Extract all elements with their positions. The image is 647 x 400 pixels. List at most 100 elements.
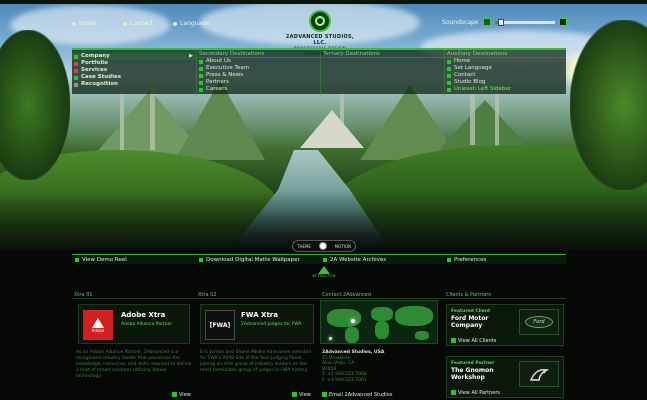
top-link-label: Home	[79, 20, 97, 27]
view-all-partners-button[interactable]: View All Partners	[451, 389, 500, 396]
trees	[570, 20, 647, 190]
bullet-icon	[172, 392, 177, 397]
continent	[395, 306, 433, 326]
nav-label: About Us	[206, 58, 231, 64]
bullet-icon	[447, 257, 451, 262]
featured-client-card[interactable]: Featured Client Ford Motor Company Ford …	[446, 304, 564, 346]
continent	[371, 307, 393, 321]
nav-item-case-studies[interactable]: Case Studies	[72, 74, 196, 81]
nav-label: Executive Team	[206, 65, 250, 71]
view-label: View	[299, 391, 311, 398]
adobe-view-button[interactable]: View	[172, 391, 191, 398]
arrow-right-icon: ▶	[189, 53, 193, 59]
nav-label: Press & News	[206, 72, 244, 78]
auxiliary-item[interactable]: Set Language	[445, 65, 566, 72]
secondary-item[interactable]: Executive Team	[197, 65, 320, 72]
bar-label: View Demo Reel	[82, 256, 127, 263]
bullet-icon	[74, 61, 78, 66]
volume-slider[interactable]	[494, 18, 555, 26]
fax-line: F: +1.949.521.7001	[322, 377, 367, 383]
world-map[interactable]	[320, 300, 438, 344]
secondary-nav: Secondary Destinations About Us Executiv…	[196, 50, 320, 96]
download-wallpaper-button[interactable]: Download Digital Matte Wallpaper	[196, 254, 320, 264]
secondary-item[interactable]: About Us	[197, 58, 320, 65]
featured-partner-card[interactable]: Featured Partner The Gnomon Workshop Vie…	[446, 356, 564, 398]
adobe-title: Adobe Xtra	[121, 311, 166, 319]
section-xtra-01: Xtra 01	[72, 292, 196, 299]
nav-label: Contact	[454, 72, 476, 78]
auxiliary-item[interactable]: Studio Blog	[445, 79, 566, 86]
view-label: View	[179, 391, 191, 398]
bar-label: Preferences	[454, 256, 487, 263]
bullet-icon	[447, 87, 451, 92]
nav-item-company[interactable]: Company ▶	[72, 53, 196, 60]
bullet-icon	[74, 75, 78, 80]
gnomon-logo-icon	[519, 361, 559, 387]
secondary-item[interactable]: Press & News	[197, 72, 320, 79]
dot-icon	[173, 21, 178, 26]
secondary-item[interactable]: Partners	[197, 79, 320, 86]
continent	[327, 309, 361, 327]
section-clients: Clients & Partners	[444, 292, 566, 299]
sound-toggle-button[interactable]	[558, 18, 567, 26]
bullet-icon	[74, 68, 78, 73]
address-line: Aliso Viejo, CA	[322, 361, 355, 366]
view-all-clients-button[interactable]: View All Clients	[451, 337, 496, 344]
adobe-description: As an Adobe Alliance Partner, 2Advanced …	[76, 350, 192, 379]
email-studio-button[interactable]: Email 2Advanced Studios	[322, 391, 392, 398]
fwa-xtra-card[interactable]: [FWA] FWA Xtra 2Advanced Judges for FWA	[200, 304, 314, 344]
continent	[415, 331, 429, 340]
bullet-icon	[74, 54, 78, 59]
phone-line: T: +1.949.521.7000	[322, 372, 367, 377]
featured-client-label: Featured Client	[451, 309, 491, 314]
top-strip	[0, 0, 647, 4]
auxiliary-heading: Auxiliary Destinations	[445, 50, 566, 58]
email-label: Email 2Advanced Studios	[329, 391, 393, 398]
nav-item-services[interactable]: Services	[72, 67, 196, 74]
pyramid	[300, 110, 364, 148]
view-demo-reel-button[interactable]: View Demo Reel	[72, 254, 196, 264]
website-archives-button[interactable]: 2A Website Archives	[320, 254, 444, 264]
auxiliary-item[interactable]: Unleash Left Sidebar	[445, 86, 566, 93]
nav-label: Services	[81, 67, 108, 73]
nav-item-portfolio[interactable]: Portfolio	[72, 60, 196, 67]
bullet-icon	[292, 392, 297, 397]
top-link-language[interactable]: Language	[173, 20, 210, 27]
bullet-icon	[74, 82, 78, 87]
bullet-icon	[199, 80, 203, 85]
nav-item-recognition[interactable]: Recognition	[72, 81, 196, 88]
bullet-icon	[199, 59, 203, 64]
secondary-heading: Secondary Destinations	[197, 50, 320, 58]
tertiary-nav: Tertiary Destinations	[320, 50, 444, 96]
bullet-icon	[447, 66, 451, 71]
fwa-logo-icon: [FWA]	[205, 310, 235, 340]
tertiary-heading: Tertiary Destinations	[321, 50, 444, 58]
bullet-icon	[323, 257, 327, 262]
emblem-icon	[318, 266, 330, 274]
secondary-item[interactable]: Careers	[197, 86, 320, 93]
fwa-view-button[interactable]: View	[292, 391, 311, 398]
top-link-contact[interactable]: Contact	[122, 20, 153, 27]
logo-mark-icon	[309, 10, 331, 32]
contact-address: 2Advanced Studios, USA 21 Brookline Alis…	[322, 350, 440, 383]
dot-icon	[122, 21, 127, 26]
soundscape-control: Soundscape	[442, 18, 567, 26]
top-link-home[interactable]: Home	[72, 20, 97, 27]
auxiliary-item[interactable]: Contact	[445, 72, 566, 79]
auxiliary-item[interactable]: Home	[445, 58, 566, 65]
bar-label: 2A Website Archives	[330, 256, 387, 263]
toggle-right-label: MOTION	[334, 243, 351, 249]
theme-motion-toggle[interactable]: THEME MOTION	[292, 240, 356, 252]
top-links: Home Contact Language	[72, 20, 210, 27]
emblem-text: ATTRACTOR	[312, 274, 336, 278]
volume-knob[interactable]	[497, 18, 504, 26]
section-contact: Contact 2Advanced	[320, 292, 444, 299]
preferences-button[interactable]: Preferences	[444, 254, 566, 264]
adobe-xtra-card[interactable]: Adobe Adobe Xtra Adobe Alliance Partner	[78, 304, 190, 344]
contact-company: 2Advanced Studios, USA	[322, 350, 385, 355]
attractor-emblem[interactable]: ATTRACTOR	[296, 266, 352, 278]
view-label: View All Partners	[458, 389, 501, 396]
bullet-icon	[75, 257, 79, 262]
speaker-icon[interactable]	[482, 18, 491, 26]
auxiliary-nav: Auxiliary Destinations Home Set Language…	[444, 50, 566, 96]
